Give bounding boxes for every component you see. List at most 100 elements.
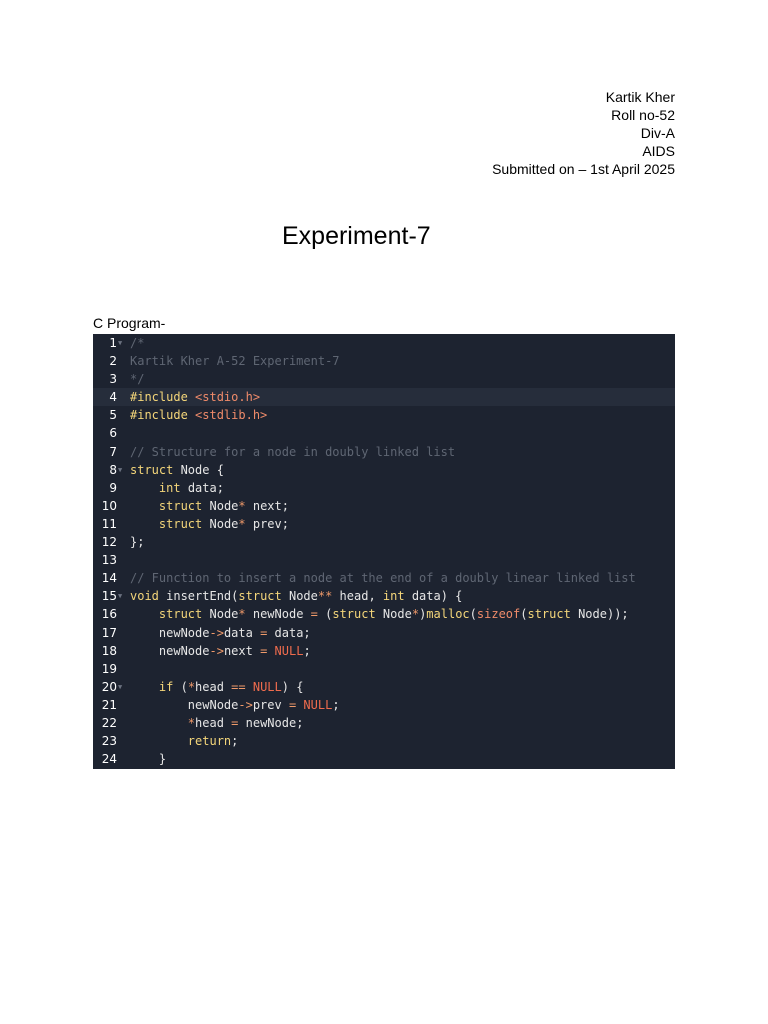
line-number: 1 <box>109 336 117 350</box>
code-line: 8 ▼ struct Node { <box>93 461 675 479</box>
code-token: ; <box>231 734 239 749</box>
code-line: 12}; <box>93 533 675 551</box>
line-number: 7 <box>109 444 117 459</box>
code-token: newNode; <box>238 715 304 730</box>
code-token: #include <box>130 408 196 423</box>
code-token: <stdio.h> <box>195 390 261 405</box>
code-token: data; <box>267 625 311 640</box>
code-token: */ <box>130 372 145 387</box>
code-text: struct Node* next; <box>130 497 289 515</box>
code-token: == <box>231 679 246 694</box>
code-text: *head = newNode; <box>130 714 304 732</box>
roll-number: Roll no-52 <box>611 107 675 123</box>
code-text: #include <stdlib.h> <box>130 406 267 424</box>
code-text: newNode->data = data; <box>130 624 311 642</box>
fold-caret-icon: ▼ <box>118 592 123 601</box>
code-line: 14 // Function to insert a node at the en… <box>93 569 675 587</box>
code-line: 4 #include <stdio.h> <box>93 388 675 407</box>
code-screenshot: 1 ▼/* 2 Kartik Kher A-52 Experiment-7 3 */4 #i… <box>93 334 675 769</box>
fold-caret-icon: ▼ <box>118 465 123 474</box>
code-token: = <box>310 607 318 622</box>
code-token: Node <box>202 516 239 531</box>
code-token: }; <box>130 535 145 550</box>
code-token: NULL <box>274 643 304 658</box>
submission-date: Submitted on – 1st April 2025 <box>492 161 675 177</box>
branch: AIDS <box>642 143 675 159</box>
line-number: 13 <box>101 553 117 568</box>
code-line: 15 ▼ void insertEnd(struct Node** head, in… <box>93 587 675 605</box>
line-number: 3 <box>109 372 117 387</box>
line-number: 19 <box>101 661 117 676</box>
code-token: struct <box>527 607 571 622</box>
code-token: head <box>195 715 232 730</box>
code-token: newNode <box>130 643 210 658</box>
code-line: 11 struct Node* prev; <box>93 515 675 533</box>
code-token: struct <box>158 607 203 622</box>
code-token: ; <box>332 697 340 712</box>
code-token: struct <box>332 607 376 622</box>
code-token: void <box>130 589 159 604</box>
code-line: 20 ▼ if (*head == NULL) { <box>93 678 675 696</box>
code-text: } <box>130 750 166 768</box>
line-number: 11 <box>101 516 117 531</box>
code-token: -> <box>209 643 224 658</box>
fold-caret-icon: ▼ <box>118 339 123 347</box>
code-token: <stdlib.h> <box>195 408 268 423</box>
code-token: Node)); <box>570 607 629 622</box>
code-line: 9 int data; <box>93 479 675 497</box>
line-number: 8 <box>109 462 117 477</box>
line-number: 18 <box>101 643 117 658</box>
code-line: 22 *head = newNode; <box>93 714 675 732</box>
code-token: * <box>187 679 196 694</box>
code-token: sizeof <box>476 607 521 622</box>
code-token: } <box>130 752 167 767</box>
code-text: */ <box>130 370 144 388</box>
code-token: NULL <box>303 697 333 712</box>
code-token: * <box>411 607 420 622</box>
code-token: ** <box>317 589 333 604</box>
code-line: 7 // Structure for a node in doubly linke… <box>93 443 675 461</box>
code-token: prev; <box>245 516 289 531</box>
code-token: // Function to insert a node at the end … <box>130 571 636 586</box>
code-token: ( <box>317 607 333 622</box>
code-text: }; <box>130 533 144 551</box>
code-line: 24 } <box>93 750 675 768</box>
line-number: 6 <box>109 426 117 441</box>
code-token: insertEnd( <box>158 589 239 604</box>
code-line: 3 */ <box>93 370 675 388</box>
code-token: next; <box>245 498 289 513</box>
code-token: head, <box>332 589 383 604</box>
code-line: 19 <box>93 660 675 678</box>
code-token: struct <box>158 516 203 531</box>
code-token: return <box>187 734 232 749</box>
code-line: 10 struct Node* next; <box>93 497 675 515</box>
author-name: Kartik Kher <box>605 89 675 105</box>
code-text: newNode->prev = NULL; <box>130 696 340 714</box>
code-text: int data; <box>130 479 224 497</box>
code-token: #include <box>130 390 196 405</box>
code-token: malloc <box>426 607 470 622</box>
line-number: 21 <box>101 697 117 712</box>
fold-caret-icon: ▼ <box>118 682 123 691</box>
code-token: next <box>223 643 261 658</box>
code-token: ( <box>173 679 188 694</box>
code-text: void insertEnd(struct Node** head, int d… <box>130 587 462 605</box>
line-number: 9 <box>109 480 117 495</box>
code-token: data; <box>180 480 224 495</box>
code-token: newNode <box>245 607 311 622</box>
code-text: // Function to insert a node at the end … <box>130 569 636 587</box>
code-line: 17 newNode->data = data; <box>93 624 675 642</box>
line-number: 22 <box>101 715 117 730</box>
code-token: * <box>238 516 246 531</box>
code-text: if (*head == NULL) { <box>130 678 304 696</box>
code-token: Node <box>202 607 239 622</box>
code-token: newNode <box>130 625 210 640</box>
line-number: 5 <box>109 408 117 423</box>
line-number: 4 <box>109 390 117 405</box>
line-number: 10 <box>101 498 117 513</box>
code-token: head <box>195 679 232 694</box>
